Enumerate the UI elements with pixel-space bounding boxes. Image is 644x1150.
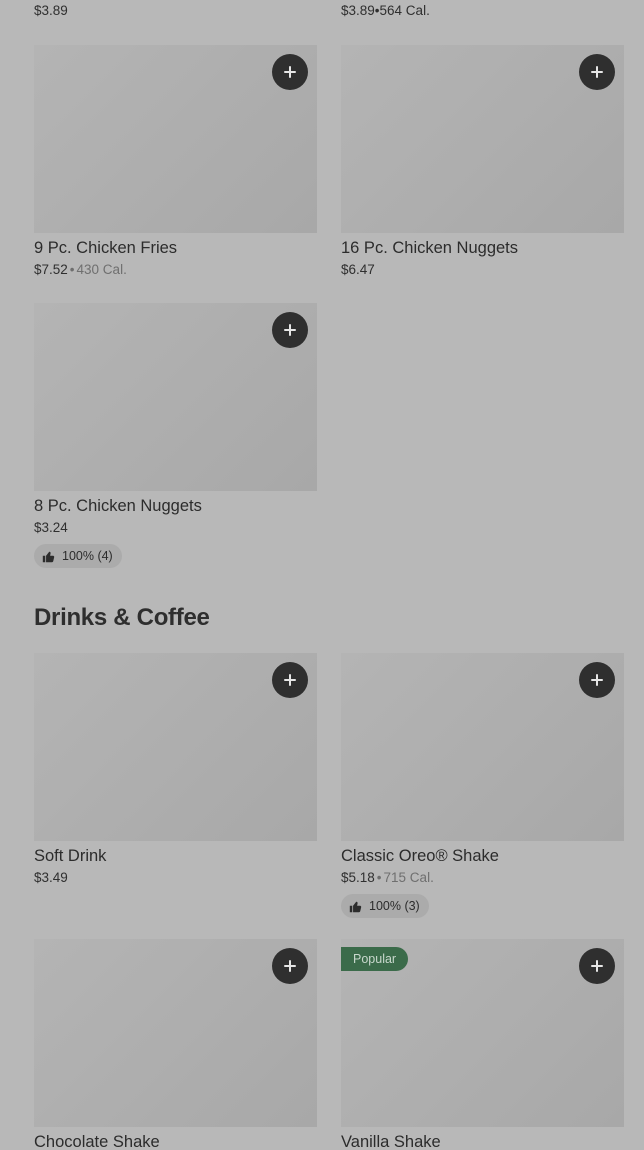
item-meta: $3.49	[34, 869, 317, 886]
item-name: 16 Pc. Chicken Nuggets	[341, 239, 519, 257]
menu-item-card-soft-drink[interactable]: Soft Drink $3.49	[34, 653, 317, 886]
item-price: $6.47	[341, 262, 375, 277]
item-meta: $3.24	[34, 519, 317, 536]
item-price: $3.89	[341, 3, 375, 18]
menu-item-card-chocolate-shake[interactable]: Chocolate Shake	[34, 939, 317, 1150]
item-name: Vanilla Shake	[341, 1133, 441, 1150]
add-to-cart-button[interactable]	[579, 662, 615, 698]
menu-item-card-classic-oreo-shake[interactable]: Classic Oreo® Shake $5.18 • 715 Cal. 100% …	[341, 653, 624, 918]
thumbs-up-icon	[42, 551, 55, 562]
menu-item-card-8-pc-chicken-nuggets[interactable]: 8 Pc. Chicken Nuggets $3.24 100% (4)	[34, 303, 317, 568]
rating-badge: 100% (4)	[34, 544, 122, 568]
item-image[interactable]	[34, 939, 317, 1127]
add-to-cart-button[interactable]	[272, 312, 308, 348]
separator-dot: •	[376, 870, 382, 885]
item-price: $5.18	[341, 870, 375, 885]
menu-item-card-9-pc-chicken-fries[interactable]: 9 Pc. Chicken Fries $7.52 • 430 Cal.	[34, 45, 317, 278]
item-image[interactable]	[34, 303, 317, 491]
plus-icon	[284, 960, 296, 972]
menu-item-card-vanilla-shake[interactable]: Popular Vanilla Shake	[341, 939, 624, 1150]
menu-page: $3.89 $3.89•564 Cal. 9 Pc. Chicken Fries…	[0, 0, 644, 1150]
rating-text: 100% (3)	[369, 899, 420, 913]
item-name: 9 Pc. Chicken Fries	[34, 239, 178, 257]
item-meta: $7.52 • 430 Cal.	[34, 261, 317, 278]
plus-icon	[284, 674, 296, 686]
item-image[interactable]	[341, 653, 624, 841]
item-meta: $5.18 • 715 Cal.	[341, 869, 624, 886]
item-image[interactable]	[34, 45, 317, 233]
item-price: $3.24	[34, 520, 68, 535]
add-to-cart-button[interactable]	[579, 948, 615, 984]
separator-dot: •	[69, 262, 75, 277]
item-meta: $3.89	[34, 3, 68, 18]
add-to-cart-button[interactable]	[272, 662, 308, 698]
item-name: Chocolate Shake	[34, 1133, 160, 1150]
add-to-cart-button[interactable]	[579, 54, 615, 90]
item-price: $3.49	[34, 870, 68, 885]
item-name: Classic Oreo® Shake	[341, 847, 499, 865]
item-image[interactable]	[34, 653, 317, 841]
thumbs-up-icon	[349, 901, 362, 912]
item-calories: 564 Cal.	[379, 3, 430, 18]
item-price: $3.89	[34, 3, 68, 18]
plus-icon	[284, 324, 296, 336]
plus-icon	[591, 66, 603, 78]
add-to-cart-button[interactable]	[272, 54, 308, 90]
item-meta: $3.89•564 Cal.	[341, 3, 430, 18]
item-name: Soft Drink	[34, 847, 107, 865]
popular-badge: Popular	[341, 947, 409, 971]
plus-icon	[591, 674, 603, 686]
section-title-drinks-coffee: Drinks & Coffee	[34, 604, 210, 631]
rating-badge: 100% (3)	[341, 894, 429, 918]
item-meta: $6.47	[341, 261, 624, 278]
item-name: 8 Pc. Chicken Nuggets	[34, 497, 202, 515]
item-image[interactable]: Popular	[341, 939, 624, 1127]
menu-item-card-16-pc-chicken-nuggets[interactable]: 16 Pc. Chicken Nuggets $6.47	[341, 45, 624, 278]
item-calories: 715 Cal.	[383, 870, 434, 885]
add-to-cart-button[interactable]	[272, 948, 308, 984]
plus-icon	[591, 960, 603, 972]
item-price: $7.52	[34, 262, 68, 277]
item-image[interactable]	[341, 45, 624, 233]
plus-icon	[284, 66, 296, 78]
partial-item-row: $3.89 $3.89•564 Cal.	[34, 3, 644, 21]
item-calories: 430 Cal.	[76, 262, 127, 277]
rating-text: 100% (4)	[62, 549, 113, 563]
